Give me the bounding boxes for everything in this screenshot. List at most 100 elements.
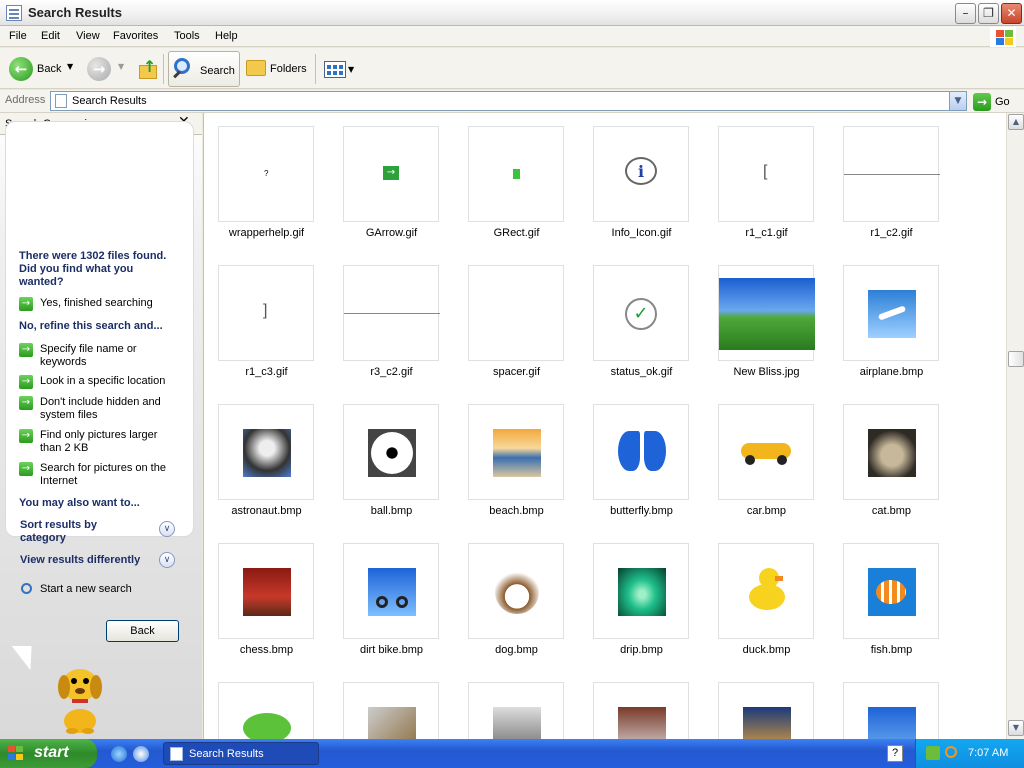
file-thumbnail[interactable] <box>718 682 814 739</box>
file-thumbnail[interactable] <box>843 682 939 739</box>
file-thumbnail[interactable] <box>343 265 440 361</box>
file-name[interactable]: dog.bmp <box>454 644 579 656</box>
file-name[interactable]: status_ok.gif <box>579 366 704 378</box>
file-name[interactable]: drip.bmp <box>579 644 704 656</box>
file-thumbnail[interactable] <box>718 265 815 361</box>
file-thumbnail[interactable] <box>218 404 314 500</box>
views-dropdown-icon[interactable]: ▼ <box>348 65 354 74</box>
search-button[interactable]: Search <box>168 51 240 87</box>
file-thumbnail[interactable] <box>218 682 314 739</box>
internet-explorer-icon[interactable] <box>111 746 127 762</box>
file-name[interactable]: chess.bmp <box>204 644 329 656</box>
file-thumbnail[interactable] <box>468 265 564 361</box>
menu-favorites[interactable]: Favorites <box>113 30 158 42</box>
restore-button[interactable]: ❐ <box>978 3 999 24</box>
show-desktop-icon[interactable] <box>133 746 149 762</box>
scroll-thumb[interactable] <box>1008 351 1024 367</box>
address-input[interactable]: Search Results ▼ <box>50 91 967 111</box>
up-folder-icon[interactable]: ↑ <box>137 57 159 81</box>
rover-dog-icon[interactable] <box>50 663 110 735</box>
file-name[interactable]: astronaut.bmp <box>204 505 329 517</box>
address-dropdown-icon[interactable]: ▼ <box>949 92 966 110</box>
file-thumbnail[interactable] <box>593 543 689 639</box>
file-name[interactable]: r1_c1.gif <box>704 227 829 239</box>
file-thumbnail[interactable]: [ <box>718 126 814 222</box>
file-thumbnail[interactable]: ✓ <box>593 265 689 361</box>
chevron-down-icon[interactable]: ∨ <box>159 552 175 568</box>
file-thumbnail[interactable] <box>343 543 439 639</box>
title-bar[interactable]: Search Results – ❐ ✕ <box>0 0 1024 26</box>
file-thumbnail[interactable] <box>843 265 939 361</box>
file-thumbnail[interactable] <box>843 126 940 222</box>
menu-tools[interactable]: Tools <box>174 30 200 42</box>
menu-help[interactable]: Help <box>215 30 238 42</box>
search-results-view[interactable]: ? wrapperhelp.gif → GArrow.gif GRect.gif i Inf… <box>203 113 1006 739</box>
menu-edit[interactable]: Edit <box>41 30 60 42</box>
forward-dropdown-icon[interactable]: ▼ <box>118 62 124 71</box>
file-name[interactable]: wrapperhelp.gif <box>204 227 329 239</box>
sort-results-link[interactable]: Sort results by category <box>20 519 140 545</box>
file-name[interactable]: fish.bmp <box>829 644 954 656</box>
taskbar-search-results[interactable]: Search Results <box>163 742 319 765</box>
file-name[interactable]: cat.bmp <box>829 505 954 517</box>
file-name[interactable]: duck.bmp <box>704 644 829 656</box>
back-label[interactable]: Back <box>37 63 61 75</box>
file-name[interactable]: r3_c2.gif <box>329 366 454 378</box>
companion-back-button[interactable]: Back <box>106 620 179 642</box>
file-name[interactable]: GArrow.gif <box>329 227 454 239</box>
file-thumbnail[interactable] <box>468 682 564 739</box>
network-icon[interactable] <box>926 746 940 760</box>
search-tray-icon[interactable] <box>945 746 957 758</box>
file-name[interactable]: r1_c3.gif <box>204 366 329 378</box>
file-name[interactable]: dirt bike.bmp <box>329 644 454 656</box>
menu-view[interactable]: View <box>76 30 100 42</box>
file-thumbnail[interactable] <box>468 543 564 639</box>
horse-icon <box>469 683 565 739</box>
help-icon[interactable]: ? <box>887 745 903 762</box>
file-thumbnail[interactable] <box>718 543 814 639</box>
file-thumbnail[interactable] <box>843 543 939 639</box>
chevron-down-icon[interactable]: ∨ <box>159 521 175 537</box>
forward-arrow-icon[interactable]: → <box>87 57 111 81</box>
file-thumbnail[interactable]: i <box>593 126 689 222</box>
folders-icon[interactable] <box>246 60 266 76</box>
file-thumbnail[interactable] <box>468 126 564 222</box>
go-button[interactable]: Go <box>995 96 1010 108</box>
scroll-up-icon[interactable]: ▲ <box>1008 114 1024 130</box>
file-name[interactable]: butterfly.bmp <box>579 505 704 517</box>
file-thumbnail[interactable]: ? <box>218 126 314 222</box>
file-thumbnail[interactable] <box>718 404 814 500</box>
window-title: Search Results <box>28 5 122 20</box>
views-icon[interactable] <box>324 61 346 78</box>
vertical-scrollbar[interactable]: ▲ ▼ <box>1006 113 1024 739</box>
file-thumbnail[interactable] <box>343 404 439 500</box>
file-thumbnail[interactable] <box>593 682 689 739</box>
menu-file[interactable]: File <box>9 30 27 42</box>
green-arrow-icon: → <box>19 462 33 476</box>
back-dropdown-icon[interactable]: ▼ <box>67 62 73 71</box>
back-arrow-icon[interactable]: ← <box>9 57 33 81</box>
folders-button[interactable]: Folders <box>270 63 307 75</box>
file-thumbnail[interactable] <box>343 682 439 739</box>
scroll-down-icon[interactable]: ▼ <box>1008 720 1024 736</box>
file-thumbnail[interactable] <box>468 404 564 500</box>
file-thumbnail[interactable]: → <box>343 126 439 222</box>
file-name[interactable]: spacer.gif <box>454 366 579 378</box>
file-name[interactable]: airplane.bmp <box>829 366 954 378</box>
file-name[interactable]: Info_Icon.gif <box>579 227 704 239</box>
file-name[interactable]: ball.bmp <box>329 505 454 517</box>
file-thumbnail[interactable] <box>593 404 689 500</box>
view-results-link[interactable]: View results differently <box>20 554 160 567</box>
file-thumbnail[interactable]: ] <box>218 265 314 361</box>
close-button[interactable]: ✕ <box>1001 3 1022 24</box>
file-name[interactable]: beach.bmp <box>454 505 579 517</box>
file-name[interactable]: GRect.gif <box>454 227 579 239</box>
go-arrow-icon[interactable]: → <box>973 93 991 111</box>
file-thumbnail[interactable] <box>843 404 939 500</box>
minimize-button[interactable]: – <box>955 3 976 24</box>
start-button[interactable]: start <box>0 739 97 768</box>
file-name[interactable]: r1_c2.gif <box>829 227 954 239</box>
file-thumbnail[interactable] <box>218 543 314 639</box>
file-name[interactable]: New Bliss.jpg <box>704 366 829 378</box>
file-name[interactable]: car.bmp <box>704 505 829 517</box>
